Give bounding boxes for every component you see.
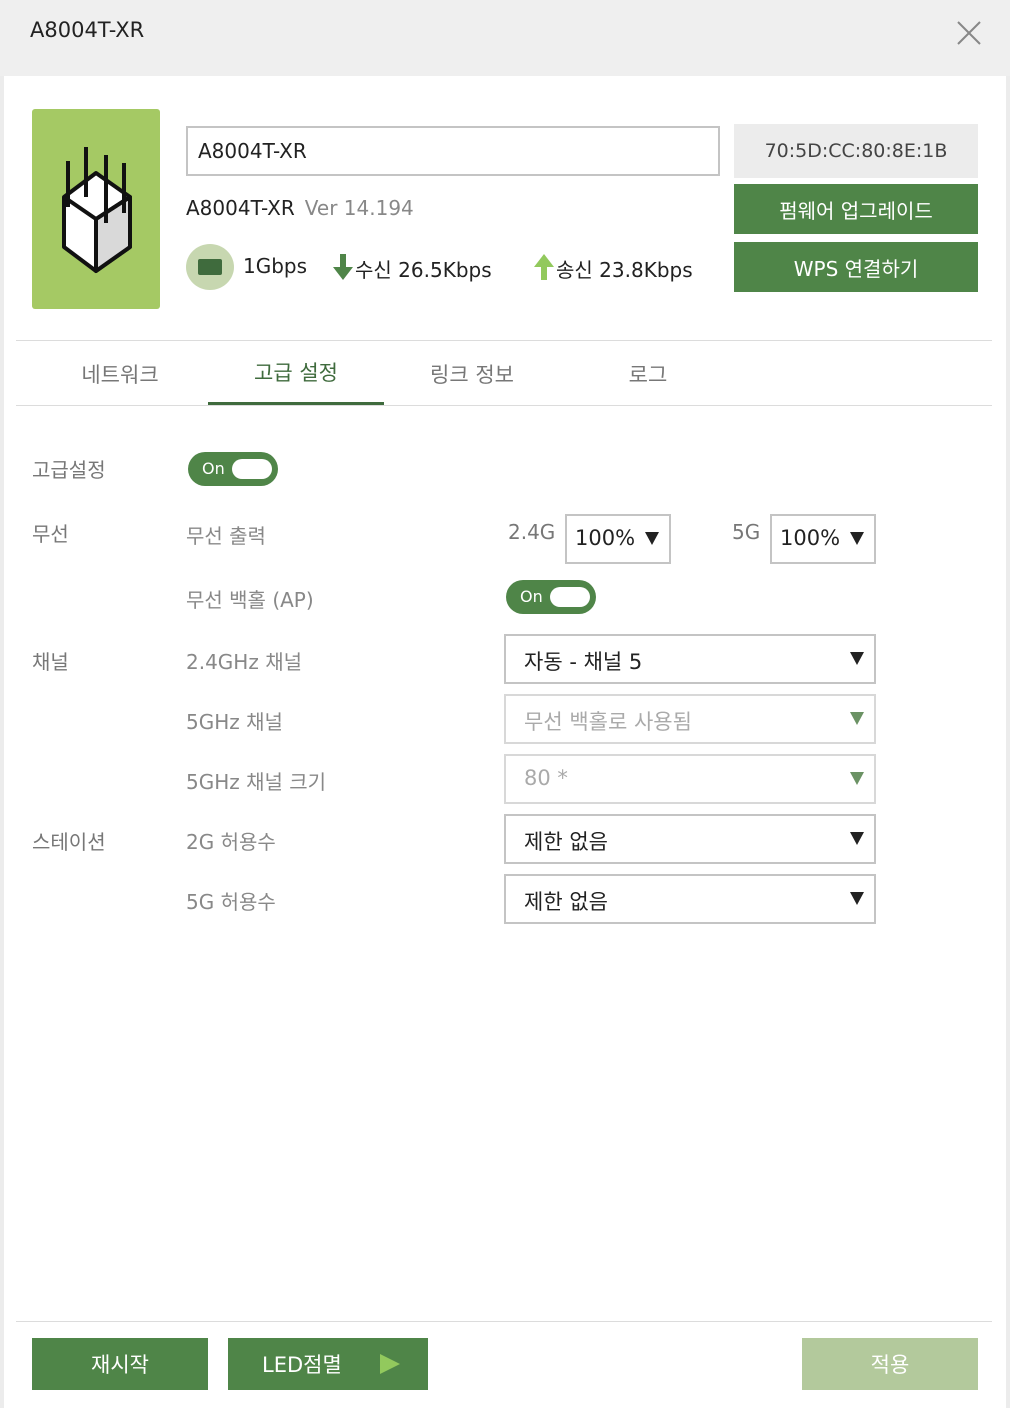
- led-blink-label: LED점멸: [262, 1353, 342, 1377]
- firmware-version: Ver 14.194: [304, 196, 414, 220]
- power-5g-value: 100%: [780, 526, 841, 550]
- power-5g-select[interactable]: 100%: [770, 514, 876, 564]
- channel-label: 채널: [32, 650, 69, 674]
- station-2g-label: 2G 허용수: [186, 830, 276, 854]
- rx-value: 26.5Kbps: [398, 258, 492, 282]
- station-5g-value: 제한 없음: [524, 890, 608, 914]
- device-image: [32, 109, 160, 309]
- arrow-up-icon: [534, 254, 554, 280]
- channel-width-5g-label: 5GHz 채널 크기: [186, 770, 327, 794]
- title-bar: A8004T-XR: [0, 0, 1010, 76]
- tx-label: 송신: [556, 258, 593, 282]
- power-24g-select[interactable]: 100%: [565, 514, 671, 564]
- advanced-settings-label: 고급설정: [32, 458, 106, 482]
- station-5g-select[interactable]: 제한 없음: [504, 874, 876, 924]
- wireless-backhaul-label: 무선 백홀 (AP): [186, 588, 314, 612]
- advanced-settings-toggle[interactable]: On: [188, 452, 278, 486]
- station-5g-label: 5G 허용수: [186, 890, 276, 914]
- chevron-down-icon: [850, 652, 864, 665]
- wireless-power-label: 무선 출력: [186, 524, 266, 548]
- link-speed: 1Gbps: [243, 254, 308, 278]
- channel-width-5g-value: 80 *: [524, 766, 568, 790]
- channel-5g-value: 무선 백홀로 사용됨: [524, 710, 692, 734]
- chevron-down-icon: [850, 712, 864, 725]
- arrow-down-icon: [333, 254, 353, 280]
- rx-label: 수신: [355, 258, 392, 282]
- wireless-backhaul-toggle[interactable]: On: [506, 580, 596, 614]
- model-name: A8004T-XR: [186, 196, 295, 220]
- divider: [16, 340, 992, 341]
- tab-log[interactable]: 로그: [560, 342, 736, 406]
- led-blink-button[interactable]: LED점멸: [228, 1338, 428, 1390]
- chevron-down-icon: [850, 832, 864, 845]
- restart-button[interactable]: 재시작: [32, 1338, 208, 1390]
- station-2g-select[interactable]: 제한 없음: [504, 814, 876, 864]
- channel-5g-label: 5GHz 채널: [186, 710, 283, 734]
- close-icon[interactable]: [948, 14, 990, 54]
- wps-connect-button[interactable]: WPS 연결하기: [734, 242, 978, 292]
- mac-address: 70:5D:CC:80:8E:1B: [734, 124, 978, 178]
- rx-rate: 수신 26.5Kbps: [333, 254, 492, 283]
- model-info: A8004T-XR Ver 14.194: [186, 196, 414, 220]
- chevron-down-icon: [850, 772, 864, 785]
- play-icon: [380, 1354, 400, 1374]
- device-name-input[interactable]: [186, 126, 720, 176]
- station-label: 스테이션: [32, 830, 106, 854]
- chevron-down-icon: [850, 892, 864, 905]
- tx-rate: 송신 23.8Kbps: [534, 254, 693, 283]
- router-icon: [62, 147, 132, 273]
- station-2g-value: 제한 없음: [524, 830, 608, 854]
- channel-24g-value: 자동 - 채널 5: [524, 650, 643, 674]
- footer-divider: [16, 1321, 992, 1322]
- toggle-state: On: [202, 459, 225, 478]
- ethernet-icon: [186, 244, 234, 290]
- tab-link-info[interactable]: 링크 정보: [384, 342, 560, 406]
- chevron-down-icon: [645, 532, 659, 545]
- toggle-state: On: [520, 587, 543, 606]
- tab-divider: [16, 405, 992, 406]
- firmware-upgrade-button[interactable]: 펌웨어 업그레이드: [734, 184, 978, 234]
- band-5g-label: 5G: [732, 520, 761, 544]
- window-title: A8004T-XR: [30, 18, 145, 42]
- apply-button[interactable]: 적용: [802, 1338, 978, 1390]
- band-24g-label: 2.4G: [508, 520, 556, 544]
- channel-24g-label: 2.4GHz 채널: [186, 650, 302, 674]
- channel-5g-select: 무선 백홀로 사용됨: [504, 694, 876, 744]
- tab-advanced-settings[interactable]: 고급 설정: [208, 342, 384, 406]
- tx-value: 23.8Kbps: [599, 258, 693, 282]
- chevron-down-icon: [850, 532, 864, 545]
- power-24g-value: 100%: [575, 526, 636, 550]
- tab-network[interactable]: 네트워크: [32, 342, 208, 406]
- wireless-label: 무선: [32, 522, 69, 546]
- channel-24g-select[interactable]: 자동 - 채널 5: [504, 634, 876, 684]
- channel-width-5g-select: 80 *: [504, 754, 876, 804]
